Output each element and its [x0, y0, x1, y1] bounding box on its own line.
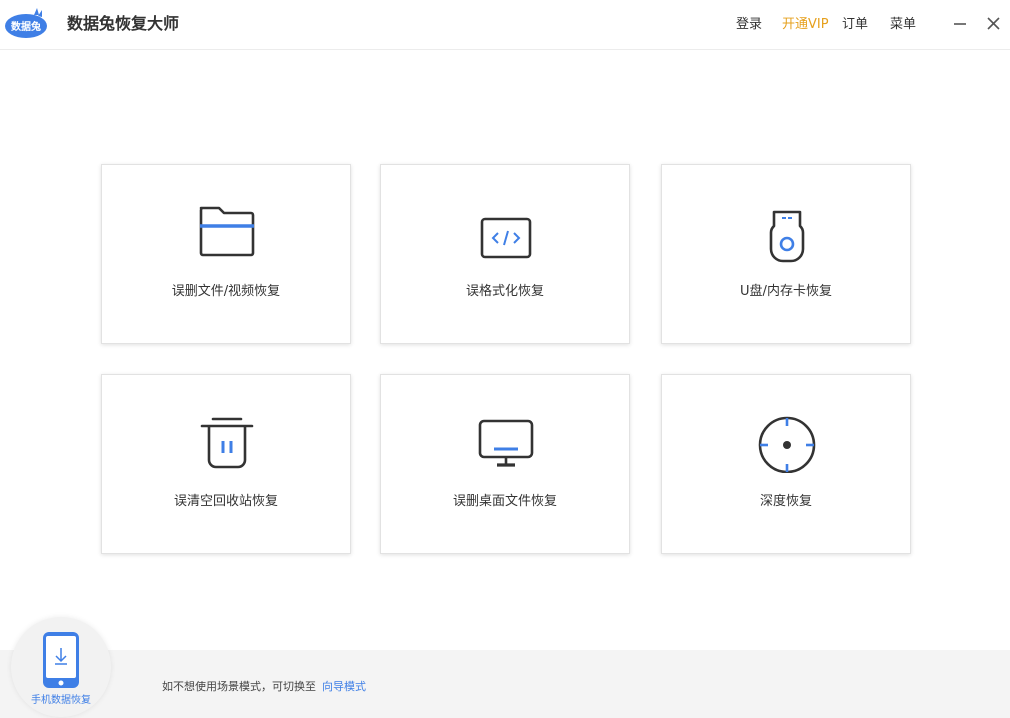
orders-link[interactable]: 订单	[842, 15, 868, 35]
menu-link[interactable]: 菜单	[890, 15, 916, 35]
usb-drive-icon	[769, 210, 805, 263]
phone-recovery-button[interactable]: 手机数据恢复	[11, 617, 111, 717]
vip-link[interactable]: 开通VIP	[782, 15, 829, 35]
card-desktop-files[interactable]: 误删桌面文件恢复	[380, 374, 630, 554]
footer-bar	[0, 650, 1010, 718]
card-label: 误清空回收站恢复	[173, 494, 278, 509]
logo-text: 数据兔	[11, 20, 41, 33]
wizard-mode-link[interactable]: 向导模式	[322, 680, 366, 693]
card-recycle-bin[interactable]: 误清空回收站恢复	[101, 374, 351, 554]
card-deep-recovery[interactable]: 深度恢复	[661, 374, 911, 554]
phone-icon	[43, 632, 79, 688]
folder-icon	[199, 206, 255, 257]
crosshair-icon	[758, 416, 816, 473]
login-link[interactable]: 登录	[736, 15, 762, 35]
code-window-icon	[480, 217, 532, 259]
phone-recovery-label: 手机数据恢复	[31, 695, 91, 706]
card-format-recovery[interactable]: 误格式化恢复	[380, 164, 630, 344]
app-window: 数据兔 数据兔恢复大师 登录 开通VIP 订单 菜单 误删文件/视频恢复 误格式…	[0, 0, 1010, 718]
app-title: 数据兔恢复大师	[67, 14, 180, 33]
title-bar: 数据兔 数据兔恢复大师 登录 开通VIP 订单 菜单	[0, 0, 1010, 50]
logo-icon: 数据兔	[5, 8, 47, 38]
card-deleted-files[interactable]: 误删文件/视频恢复	[101, 164, 351, 344]
card-label: U盘/内存卡恢复	[740, 284, 832, 299]
card-label: 误删文件/视频恢复	[171, 284, 281, 299]
card-usb-recovery[interactable]: U盘/内存卡恢复	[661, 164, 911, 344]
card-label: 误删桌面文件恢复	[452, 494, 557, 509]
monitor-icon	[478, 419, 534, 467]
mode-hint-text: 如不想使用场景模式，可切换至	[162, 680, 316, 693]
mode-hint: 如不想使用场景模式，可切换至 向导模式	[162, 679, 366, 695]
trash-icon	[200, 417, 254, 469]
minimize-icon[interactable]	[949, 13, 971, 35]
card-label: 误格式化恢复	[465, 284, 544, 299]
card-label: 深度恢复	[759, 494, 812, 509]
close-icon[interactable]	[983, 13, 1005, 35]
